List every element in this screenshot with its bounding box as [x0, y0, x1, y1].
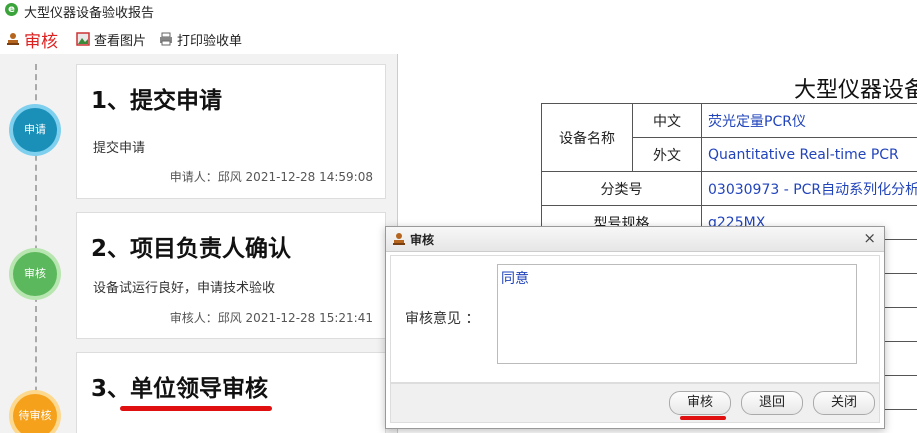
dialog-header[interactable]: 审核 × [386, 227, 884, 252]
window-title: 大型仪器设备验收报告 [24, 6, 155, 21]
cn-label: 中文 [632, 103, 702, 138]
print-label: 打印验收单 [177, 33, 243, 49]
document-title: 大型仪器设备验收报告 [794, 78, 917, 103]
step-title: 1、提交申请 [91, 88, 223, 114]
opinion-textarea[interactable]: 同意 [497, 264, 857, 364]
app-icon: e [5, 3, 18, 16]
stamp-icon [7, 33, 19, 45]
stamp-icon [393, 233, 405, 245]
audit-button[interactable]: 审核 [6, 28, 58, 52]
close-button[interactable]: 关闭 [813, 391, 875, 415]
opinion-label: 审核意见 ： [405, 311, 480, 327]
image-icon [76, 32, 90, 46]
print-button[interactable]: 打印验收单 [159, 28, 242, 50]
step-badge-apply: 申请 [13, 108, 57, 152]
cn-value: 荧光定量PCR仪 [701, 103, 917, 138]
step-badge-audit: 审核 [13, 252, 57, 296]
view-images-label: 查看图片 [94, 33, 147, 49]
printer-icon [160, 32, 172, 46]
annotation-underline [120, 406, 272, 411]
step-meta: 审核人：邱风 2021-12-28 15:21:41 [169, 311, 373, 325]
step-title: 3、单位领导审核 [91, 376, 269, 402]
en-value: Quantitative Real-time PCR [701, 137, 917, 172]
audit-button-label: 审核 [24, 31, 58, 52]
window-titlebar: e 大型仪器设备验收报告 [0, 0, 917, 21]
dialog-title: 审核 [410, 233, 435, 247]
timeline-card-3: 3、单位领导审核 [76, 352, 386, 433]
return-button[interactable]: 退回 [741, 391, 803, 415]
timeline-pane: 申请 1、提交申请 提交申请 申请人：邱风 2021-12-28 14:59:0… [0, 54, 397, 433]
step-badge-pending: 待审核 [13, 394, 57, 433]
category-label: 分类号 [541, 171, 702, 206]
step-body: 设备试运行良好，申请技术验收 [93, 281, 276, 296]
view-images-button[interactable]: 查看图片 [76, 28, 146, 50]
toolbar: 审核 查看图片 打印验收单 [0, 24, 917, 54]
en-label: 外文 [632, 137, 702, 172]
close-icon[interactable]: × [863, 229, 876, 247]
dialog-footer: 审核 退回 关闭 [390, 383, 880, 423]
timeline-card-1: 1、提交申请 提交申请 申请人：邱风 2021-12-28 14:59:08 [76, 64, 386, 199]
device-name-label: 设备名称 [541, 103, 633, 172]
timeline-card-2: 2、项目负责人确认 设备试运行良好，申请技术验收 审核人：邱风 2021-12-… [76, 212, 386, 339]
annotation-underline [680, 416, 726, 420]
dialog-body: 审核意见 ： 同意 [390, 255, 880, 383]
audit-dialog: 审核 × 审核意见 ： 同意 审核 退回 关闭 [385, 226, 885, 429]
step-title: 2、项目负责人确认 [91, 236, 292, 262]
step-body: 提交申请 [93, 141, 146, 156]
approve-button[interactable]: 审核 [669, 391, 731, 415]
category-value: 03030973 - PCR自动系列化分析仪 [701, 171, 917, 206]
step-meta: 申请人：邱风 2021-12-28 14:59:08 [169, 170, 373, 184]
